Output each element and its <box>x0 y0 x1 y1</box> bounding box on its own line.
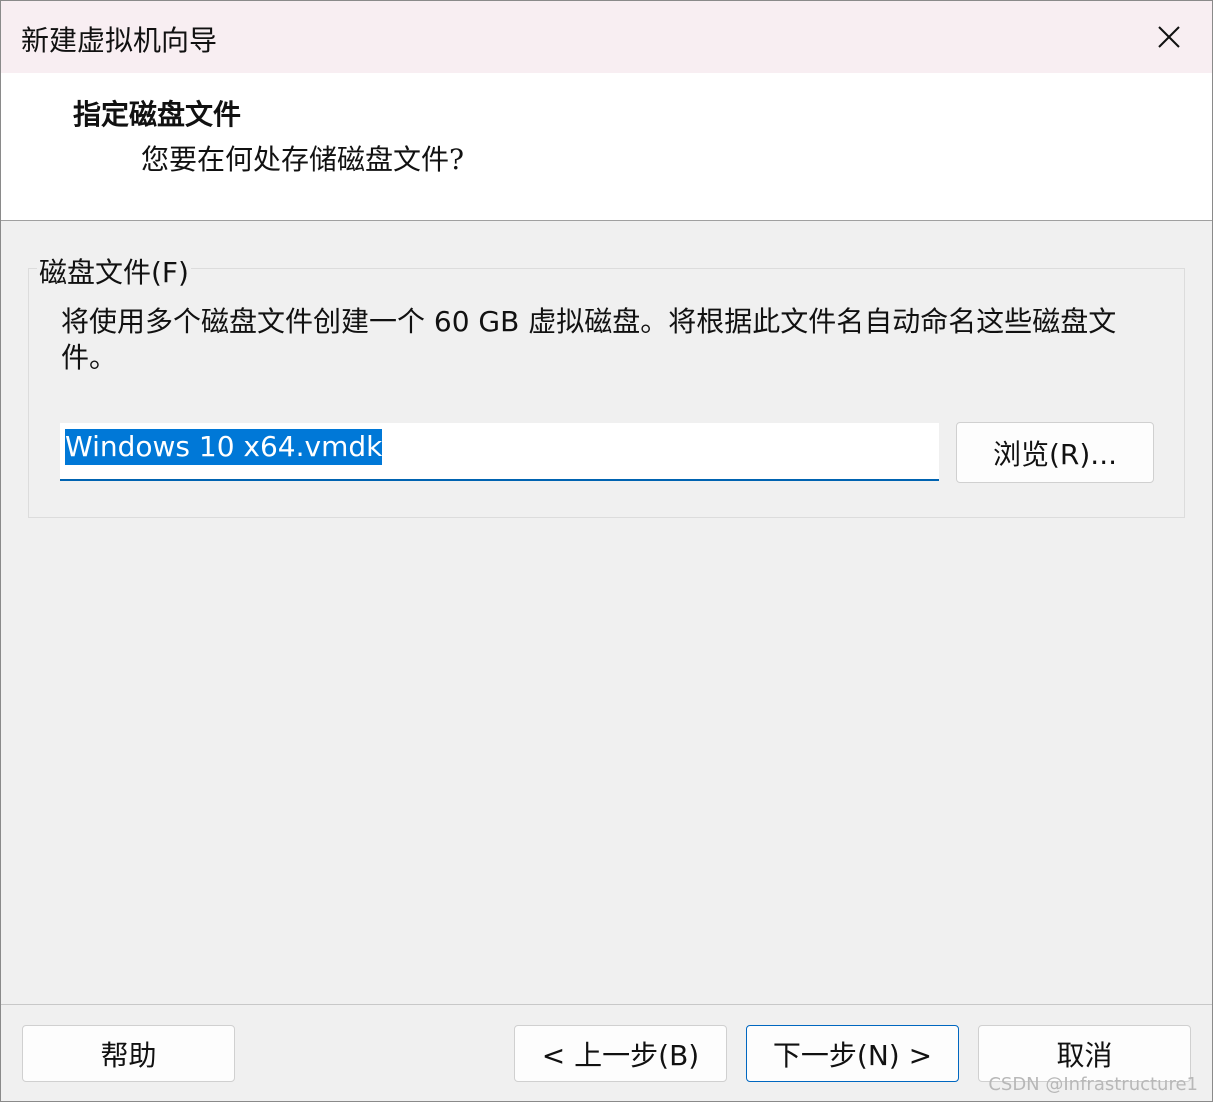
browse-button[interactable]: 浏览(R)... <box>956 422 1154 483</box>
page-subtitle: 您要在何处存储磁盘文件? <box>141 143 465 176</box>
next-button[interactable]: 下一步(N) > <box>746 1025 959 1082</box>
footer-divider <box>1 1004 1212 1005</box>
watermark-text: CSDN @Infrastructure1 <box>988 1074 1198 1095</box>
window-title: 新建虚拟机向导 <box>21 24 218 57</box>
back-button[interactable]: < 上一步(B) <box>514 1025 727 1082</box>
help-button[interactable]: 帮助 <box>22 1025 235 1082</box>
disk-file-legend: 磁盘文件(F) <box>37 251 191 291</box>
page-title: 指定磁盘文件 <box>73 98 242 131</box>
wizard-window: 新建虚拟机向导 指定磁盘文件 您要在何处存储磁盘文件? 磁盘文件(F) 将使用多… <box>0 0 1213 1102</box>
disk-filename-input[interactable]: Windows 10 x64.vmdk <box>60 423 939 481</box>
close-icon <box>1158 26 1180 48</box>
title-bar[interactable]: 新建虚拟机向导 <box>1 1 1212 73</box>
close-button[interactable] <box>1126 1 1212 73</box>
disk-file-description: 将使用多个磁盘文件创建一个 60 GB 虚拟磁盘。将根据此文件名自动命名这些磁盘… <box>61 305 1117 374</box>
wizard-header: 指定磁盘文件 您要在何处存储磁盘文件? <box>1 73 1212 221</box>
disk-filename-selected-text: Windows 10 x64.vmdk <box>65 429 383 465</box>
